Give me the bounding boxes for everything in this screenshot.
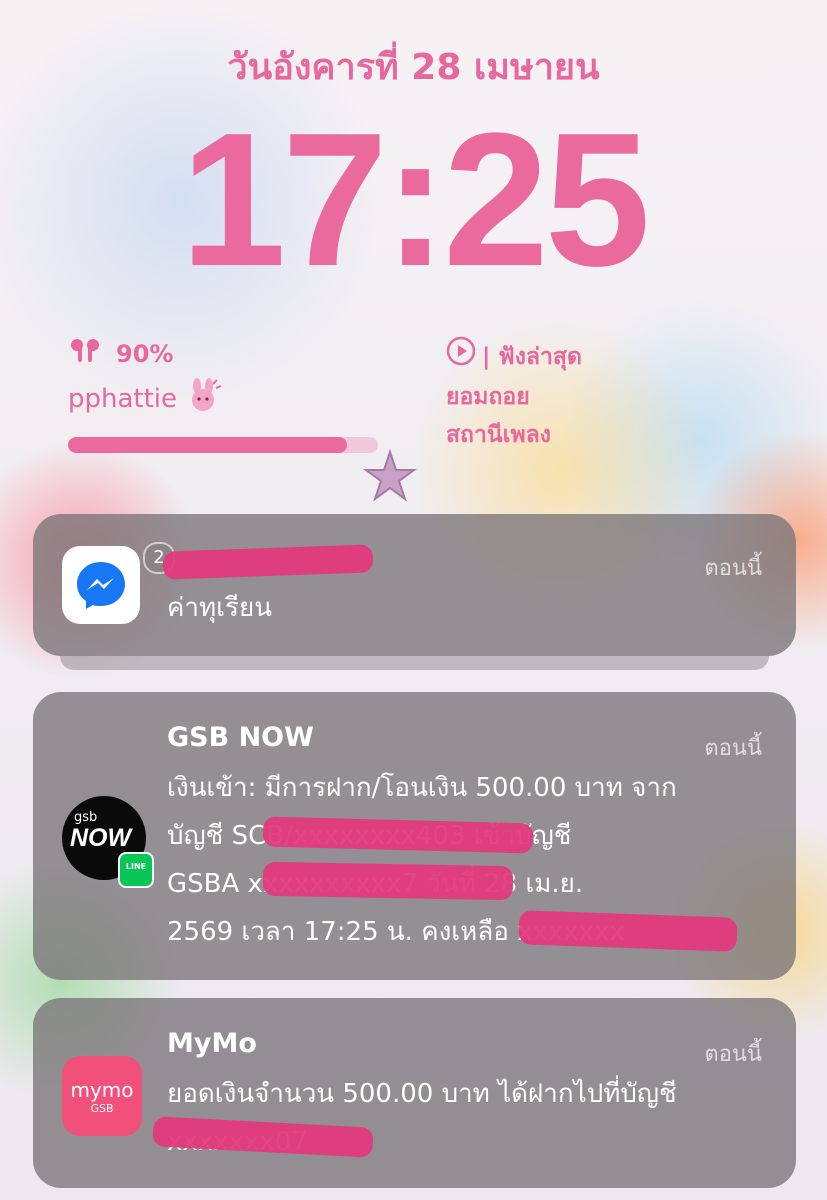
recently-played-label: | ฟังล่าสุด — [482, 344, 582, 370]
notification-title: GSB NOW — [167, 722, 314, 753]
lockscreen-clock: 17:25 — [180, 94, 651, 306]
notification-mymo[interactable]: mymo GSB MyMo ตอนนี้ ยอดเงินจำนวน 500.00… — [33, 998, 796, 1188]
lockscreen-date: วันอังคารที่ 28 เมษายน — [227, 47, 600, 88]
account-redaction-2 — [262, 861, 514, 901]
notification-time: ตอนนี้ — [704, 1042, 762, 1067]
notification-body: ยอดเงินจำนวน 500.00 บาท ได้ฝากไปที่บัญชี… — [167, 1070, 677, 1166]
notification-time: ตอนนี้ — [704, 556, 762, 581]
battery-level-bar — [68, 437, 378, 453]
station-name: สถานีเพลง — [446, 422, 551, 448]
body-line-1: เงินเข้า: มีการฝาก/โอนเงิน 500.00 บาท จา… — [167, 773, 677, 803]
battery-level-fill — [68, 437, 347, 453]
gsb-icon-subtext: GSB — [90, 1102, 114, 1115]
battery-widget[interactable]: 90% pphattie — [68, 338, 388, 453]
music-widget[interactable]: | ฟังล่าสุด ยอมถอย สถานีเพลง — [446, 336, 696, 454]
star-decoration — [362, 448, 418, 508]
messenger-app-icon — [62, 546, 140, 624]
device-name: pphattie — [68, 383, 178, 414]
bunny-icon — [183, 378, 223, 419]
gsb-icon-text: gsb — [74, 810, 98, 825]
battery-percent: 90% — [116, 340, 174, 368]
line-badge-icon: LINE — [118, 852, 154, 888]
airpods-icon — [68, 338, 102, 370]
notification-messenger[interactable]: 2 ตอนนี้ ค่าทุเรียน — [33, 514, 796, 656]
notification-title: MyMo — [167, 1028, 257, 1059]
notification-gsb-now[interactable]: gsb NOW LINE GSB NOW ตอนนี้ เงินเข้า: มี… — [33, 692, 796, 980]
sender-name-redaction — [162, 544, 374, 580]
line-badge-label: LINE — [125, 862, 147, 871]
notification-message: ค่าทุเรียน — [167, 593, 272, 623]
mymo-app-icon: mymo GSB — [62, 1056, 142, 1136]
body-line-1: ยอดเงินจำนวน 500.00 บาท ได้ฝากไปที่บัญชี — [167, 1079, 677, 1109]
now-icon-text: NOW — [70, 824, 132, 852]
notification-time: ตอนนี้ — [704, 736, 762, 761]
track-name: ยอมถอย — [446, 384, 530, 410]
stacked-notification-edge — [60, 656, 769, 670]
mymo-icon-text: mymo — [70, 1078, 134, 1102]
play-icon[interactable] — [446, 336, 476, 378]
